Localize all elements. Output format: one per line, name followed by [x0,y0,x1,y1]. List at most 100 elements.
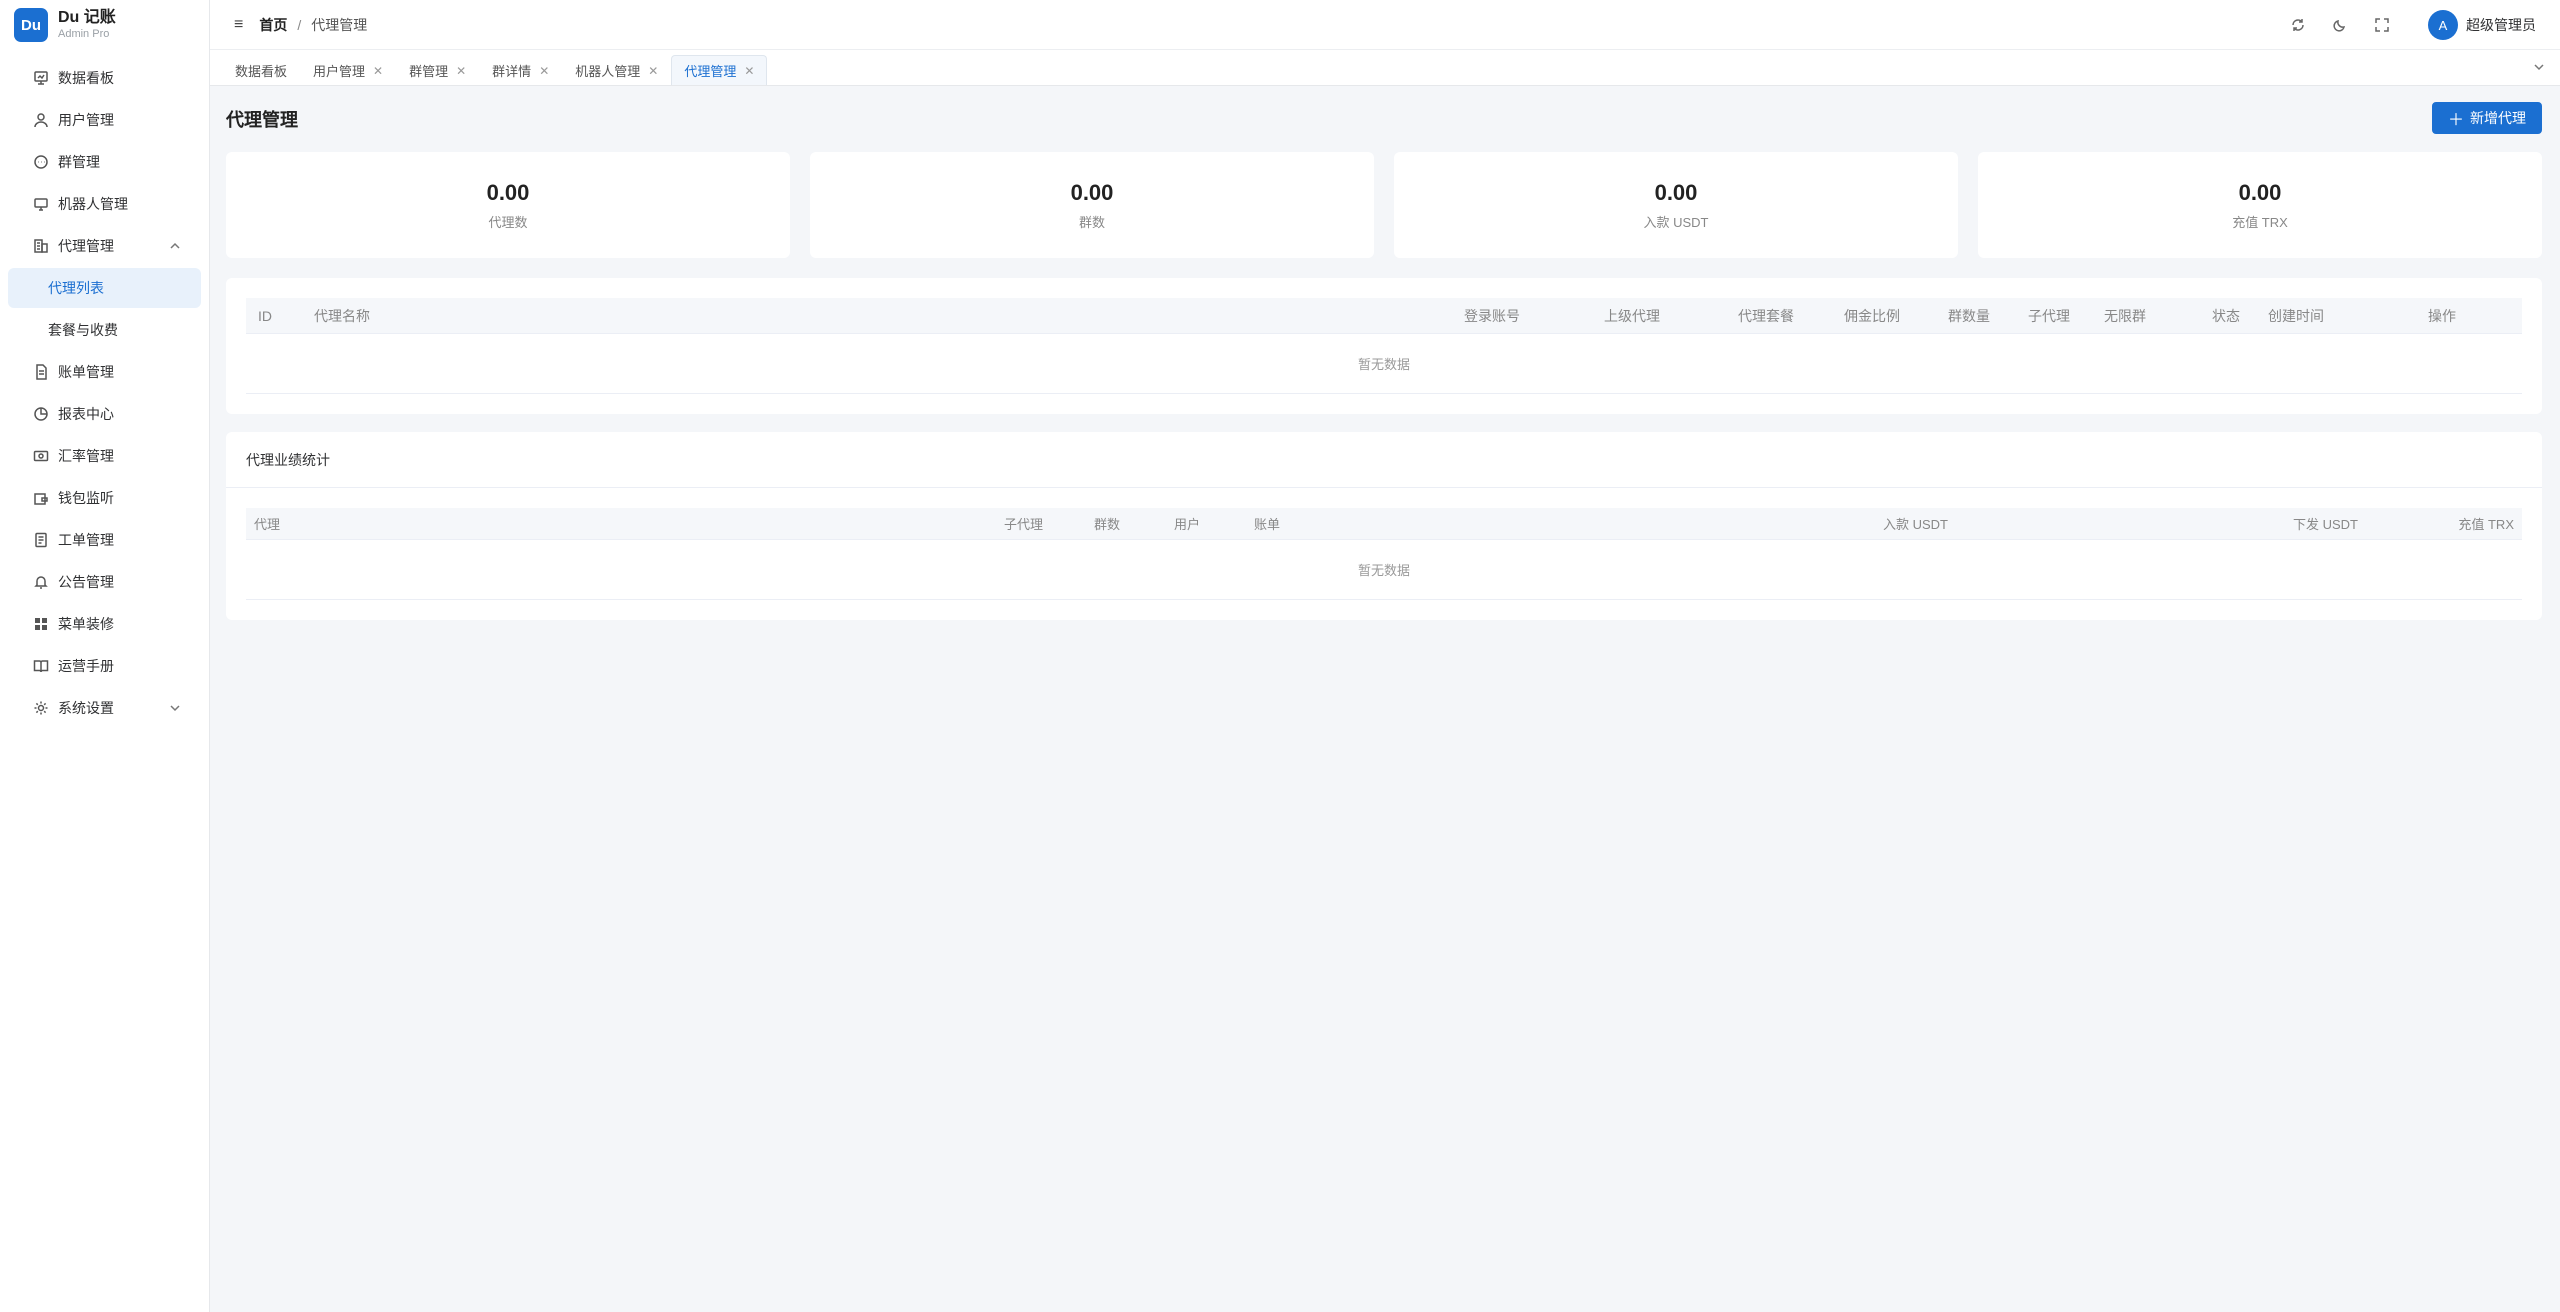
column-header: 下发 USDT [2292,517,2358,532]
close-icon[interactable]: ✕ [456,64,466,78]
stat-label: 入款 USDT [1643,214,1709,230]
page-title: 代理管理 [226,110,298,130]
tab-label: 数据看板 [235,64,288,79]
sidebar-item-rates[interactable]: 汇率管理 [8,436,201,476]
main-content: 代理管理 ＋ 新增代理 0.00 代理数 0.00 群数 0.00 入款 USD… [226,86,2542,620]
stat-value: 0.00 [1654,179,1698,205]
chevron-up-icon [169,239,181,251]
column-header: 操作 [2428,307,2456,324]
breadcrumb-current: 代理管理 [311,16,368,33]
breadcrumb-home[interactable]: 首页 [259,15,287,35]
gear-icon [32,699,50,717]
sidebar-item-label: 机器人管理 [58,196,128,212]
column-header: 群数量 [1948,307,1990,324]
sidebar-item-users[interactable]: 用户管理 [8,100,201,140]
book-icon [32,657,50,675]
brand-subtitle: Admin Pro [58,28,110,40]
column-header: 代理名称 [314,307,370,324]
performance-panel: 代理业绩统计 代理 子代理 群数 用户 账单 入款 USDT 下发 USDT 充… [226,432,2542,620]
user-icon [32,111,50,129]
column-header: 代理 [254,517,281,532]
breadcrumb-separator: / [297,16,302,33]
tab-group-detail[interactable]: 群详情 ✕ [479,55,562,85]
close-icon[interactable]: ✕ [744,64,754,78]
avatar[interactable]: A [2428,10,2458,40]
sidebar: Du Du 记账 Admin Pro 数据看板 用户管理 群管理 机器人管理 代… [0,0,210,1312]
close-icon[interactable]: ✕ [373,64,383,78]
wallet-icon [32,489,50,507]
stat-label: 代理数 [488,214,528,230]
stat-value: 0.00 [486,179,530,205]
sidebar-item-label: 代理列表 [48,280,104,296]
close-icon[interactable]: ✕ [648,64,658,78]
sidebar-item-bots[interactable]: 机器人管理 [8,184,201,224]
close-icon[interactable]: ✕ [539,64,549,78]
chevron-down-icon [169,701,181,713]
performance-table-header: 代理 子代理 群数 用户 账单 入款 USDT 下发 USDT 充值 TRX [246,508,2522,540]
performance-table-empty: 暂无数据 [246,540,2522,600]
agent-table: ID 代理名称 登录账号 上级代理 代理套餐 佣金比例 群数量 子代理 无限群 … [246,298,2522,394]
add-agent-label: 新增代理 [2470,110,2526,126]
hamburger-icon[interactable]: ≡ [234,16,243,34]
sidebar-item-label: 公告管理 [58,574,114,590]
money-icon [32,447,50,465]
column-header: ID [258,307,272,324]
sidebar-item-plans[interactable]: 套餐与收费 [8,310,201,350]
column-header: 上级代理 [1604,307,1660,324]
sidebar-item-agent-list[interactable]: 代理列表 [8,268,201,308]
brand-logo: Du [14,8,48,42]
sidebar-item-dashboard[interactable]: 数据看板 [8,58,201,98]
sidebar-item-settings[interactable]: 系统设置 [8,688,201,728]
tab-bar: 数据看板 用户管理 ✕ 群管理 ✕ 群详情 ✕ 机器人管理 ✕ 代理管理 ✕ [210,50,2560,86]
breadcrumb: 首页 / 代理管理 [259,15,367,35]
column-header: 充值 TRX [2458,517,2514,532]
sidebar-item-agents[interactable]: 代理管理 [8,226,201,266]
tab-agents[interactable]: 代理管理 ✕ [671,55,768,85]
grid-icon [32,615,50,633]
sidebar-item-groups[interactable]: 群管理 [8,142,201,182]
sidebar-item-label: 代理管理 [58,238,114,254]
table-empty: 暂无数据 [246,334,2522,394]
username[interactable]: 超级管理员 [2466,15,2536,35]
sidebar-item-announcements[interactable]: 公告管理 [8,562,201,602]
sidebar-menu: 数据看板 用户管理 群管理 机器人管理 代理管理 代理列表 套餐与收费 账单管理 [0,58,209,728]
stat-card: 0.00 充值 TRX [1978,152,2542,258]
add-agent-button[interactable]: ＋ 新增代理 [2431,102,2542,134]
bell-icon [32,573,50,591]
tab-label: 群详情 [492,64,532,79]
sidebar-item-label: 套餐与收费 [48,322,118,338]
stat-card: 0.00 群数 [810,152,1374,258]
sidebar-item-manual[interactable]: 运营手册 [8,646,201,686]
ticket-icon [32,531,50,549]
column-header: 创建时间 [2268,307,2324,324]
sidebar-item-label: 账单管理 [58,364,114,380]
sidebar-item-menu-decor[interactable]: 菜单装修 [8,604,201,644]
tab-users[interactable]: 用户管理 ✕ [300,55,396,85]
sidebar-item-label: 运营手册 [58,658,114,674]
column-header: 状态 [2212,307,2240,324]
column-header: 登录账号 [1464,307,1520,324]
moon-icon[interactable] [2330,15,2350,35]
tab-label: 机器人管理 [575,64,641,79]
sidebar-item-bills[interactable]: 账单管理 [8,352,201,392]
refresh-icon[interactable] [2288,15,2308,35]
column-header: 群数 [1094,517,1121,532]
top-header: ≡ 首页 / 代理管理 A 超级管理员 [210,0,2560,50]
sidebar-item-wallet[interactable]: 钱包监听 [8,478,201,518]
brand[interactable]: Du Du 记账 Admin Pro [0,0,209,50]
sidebar-item-tickets[interactable]: 工单管理 [8,520,201,560]
column-header: 账单 [1254,517,1281,532]
sidebar-item-label: 用户管理 [58,112,114,128]
sidebar-item-reports[interactable]: 报表中心 [8,394,201,434]
column-header: 入款 USDT [1882,517,1948,532]
sidebar-item-label: 钱包监听 [58,490,114,506]
chevron-down-icon[interactable] [2532,60,2546,74]
tab-dashboard[interactable]: 数据看板 [222,55,300,85]
fullscreen-icon[interactable] [2372,15,2392,35]
stat-card: 0.00 入款 USDT [1394,152,1958,258]
column-header: 子代理 [1004,517,1044,532]
column-header: 代理套餐 [1738,307,1794,324]
tab-groups[interactable]: 群管理 ✕ [396,55,479,85]
tab-bots[interactable]: 机器人管理 ✕ [562,55,671,85]
stat-card: 0.00 代理数 [226,152,790,258]
